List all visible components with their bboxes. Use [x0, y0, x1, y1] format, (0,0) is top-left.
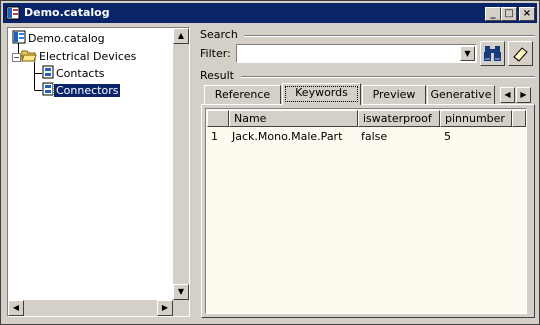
tab-reference[interactable]: Reference — [204, 85, 281, 105]
maximize-button[interactable]: □ — [501, 7, 517, 21]
scroll-corner — [173, 300, 189, 316]
tree-node-label: Demo.catalog — [28, 32, 105, 45]
tab-preview[interactable]: Preview — [362, 85, 426, 105]
tree-horizontal-scrollbar[interactable]: ◀ ▶ — [8, 300, 173, 316]
pinnumber-cell: 5 — [444, 130, 451, 143]
column-header-iswaterproof[interactable]: iswaterproof — [358, 110, 440, 127]
chapter-icon — [42, 82, 54, 96]
tab-scroll-right-button[interactable]: ▶ — [516, 87, 531, 103]
catalog-icon — [6, 6, 20, 20]
catalog-tree[interactable]: Demo.catalog − Electrical Devices Contac… — [7, 27, 190, 317]
scroll-up-button[interactable]: ▲ — [173, 28, 189, 44]
filter-label: Filter: — [200, 47, 231, 60]
collapse-toggle-icon[interactable]: − — [12, 53, 21, 62]
minimize-button[interactable]: _ — [485, 7, 501, 21]
search-button[interactable] — [480, 41, 505, 66]
scroll-down-button[interactable]: ▼ — [173, 284, 189, 300]
scroll-left-button[interactable]: ◀ — [8, 300, 24, 316]
clear-filter-button[interactable] — [508, 41, 533, 66]
result-divider — [241, 76, 535, 78]
tab-keywords[interactable]: Keywords — [282, 83, 361, 105]
tree-node-electrical-devices[interactable]: − Electrical Devices — [12, 48, 138, 64]
pane-splitter[interactable] — [191, 27, 197, 319]
result-section-label: Result — [200, 69, 234, 82]
column-header-index[interactable] — [207, 110, 229, 127]
tab-generative[interactable]: Generative — [427, 85, 495, 105]
open-folder-icon — [21, 50, 37, 62]
tree-node-root[interactable]: Demo.catalog — [12, 30, 107, 46]
name-cell: Jack.Mono.Male.Part — [232, 130, 343, 143]
scroll-right-button[interactable]: ▶ — [157, 300, 173, 316]
catalog-window: Demo.catalog _ □ × Demo.catalog − Electr… — [0, 0, 540, 325]
tree-vertical-scrollbar[interactable]: ▲ ▼ — [173, 28, 189, 300]
title-bar[interactable]: Demo.catalog _ □ × — [3, 3, 537, 23]
eraser-icon — [513, 47, 528, 62]
column-header-name[interactable]: Name — [229, 110, 358, 127]
chapter-icon — [42, 65, 54, 79]
search-section-label: Search — [200, 28, 238, 41]
row-index-cell: 1 — [211, 130, 218, 143]
close-button[interactable]: × — [519, 7, 535, 21]
column-header-filler — [512, 110, 526, 127]
dropdown-arrow-icon[interactable]: ▼ — [460, 46, 475, 61]
tree-node-label: Contacts — [56, 67, 105, 80]
window-title: Demo.catalog — [24, 6, 110, 19]
iswaterproof-cell: false — [361, 130, 388, 143]
keywords-table[interactable]: Name iswaterproof pinnumber 1 Jack.Mono.… — [205, 108, 527, 314]
catalog-book-icon — [12, 30, 26, 44]
tree-node-connectors[interactable]: Connectors — [42, 82, 122, 98]
tree-node-contacts[interactable]: Contacts — [42, 65, 107, 81]
tree-node-label: Connectors — [52, 83, 122, 98]
binoculars-icon — [484, 46, 501, 61]
tab-scroll-left-button[interactable]: ◀ — [500, 87, 515, 103]
filter-combobox[interactable]: ▼ — [236, 44, 477, 63]
tree-node-label: Electrical Devices — [39, 50, 137, 63]
column-header-pinnumber[interactable]: pinnumber — [440, 110, 512, 127]
search-divider — [244, 35, 535, 37]
